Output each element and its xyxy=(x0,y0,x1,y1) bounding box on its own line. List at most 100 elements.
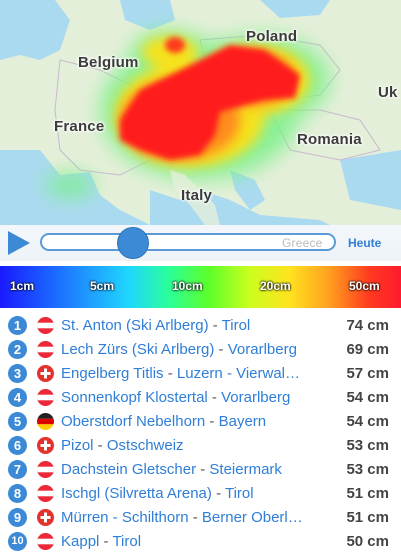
resort-name: Kappl - Tirol xyxy=(61,533,337,550)
resort-row[interactable]: 6 Pizol - Ostschweiz 53 cm xyxy=(0,433,401,457)
snow-depth-value: 50 cm xyxy=(346,533,389,550)
separator: - xyxy=(188,509,202,526)
resort-region[interactable]: Steiermark xyxy=(209,461,282,478)
legend-label-10cm: 10cm xyxy=(172,279,203,293)
snow-depth-value: 57 cm xyxy=(346,365,389,382)
austria-flag-icon xyxy=(37,389,54,406)
resort-row[interactable]: 8 Ischgl (Silvretta Arena) - Tirol 51 cm xyxy=(0,481,401,505)
legend-label-5cm: 5cm xyxy=(90,279,115,293)
map-label-france: France xyxy=(54,118,105,135)
legend-label-50cm: 50cm xyxy=(349,279,380,293)
resort-region[interactable]: Berner Oberl… xyxy=(202,509,303,526)
resort-ranking-list: 1 St. Anton (Ski Arlberg) - Tirol 74 cm 2 Le… xyxy=(0,313,401,553)
resort-title[interactable]: Mürren - Schilthorn xyxy=(61,509,189,526)
snow-forecast-app: Poland Belgium Uk France Romania Italy G… xyxy=(0,0,401,558)
resort-name: St. Anton (Ski Arlberg) - Tirol xyxy=(61,317,337,334)
legend-label-20cm: 20cm xyxy=(260,279,291,293)
snow-depth-value: 51 cm xyxy=(346,509,389,526)
snow-depth-value: 69 cm xyxy=(346,341,389,358)
separator: - xyxy=(99,533,113,550)
austria-flag-icon xyxy=(37,485,54,502)
map-label-greece: Greece xyxy=(282,236,323,250)
austria-flag-icon xyxy=(37,533,54,550)
snow-map[interactable]: Poland Belgium Uk France Romania Italy xyxy=(0,0,401,225)
switzerland-flag-icon xyxy=(37,437,54,454)
snow-depth-legend: 1cm 5cm 10cm 20cm 50cm xyxy=(0,266,401,308)
resort-row[interactable]: 7 Dachstein Gletscher - Steiermark 53 cm xyxy=(0,457,401,481)
legend-label-1cm: 1cm xyxy=(10,279,35,293)
map-label-romania: Romania xyxy=(297,131,362,148)
resort-name: Oberstdorf Nebelhorn - Bayern xyxy=(61,413,337,430)
germany-flag-icon xyxy=(37,413,54,430)
rank-badge: 4 xyxy=(8,388,27,407)
resort-title[interactable]: Oberstdorf Nebelhorn xyxy=(61,413,205,430)
resort-region[interactable]: Tirol xyxy=(225,485,254,502)
separator: - xyxy=(211,485,225,502)
snow-depth-value: 54 cm xyxy=(346,389,389,406)
snow-depth-value: 53 cm xyxy=(346,437,389,454)
snow-depth-value: 74 cm xyxy=(346,317,389,334)
rank-badge: 7 xyxy=(8,460,27,479)
separator: - xyxy=(163,365,177,382)
resort-name: Pizol - Ostschweiz xyxy=(61,437,337,454)
resort-row[interactable]: 9 Mürren - Schilthorn - Berner Oberl… 51 c… xyxy=(0,505,401,529)
resort-title[interactable]: St. Anton (Ski Arlberg) xyxy=(61,317,209,334)
resort-row[interactable]: 3 Engelberg Titlis - Luzern - Vierwal… 57 … xyxy=(0,361,401,385)
resort-region[interactable]: Bayern xyxy=(219,413,267,430)
map-label-uk: Uk xyxy=(378,84,398,101)
resort-name: Engelberg Titlis - Luzern - Vierwal… xyxy=(61,365,337,382)
time-slider-knob[interactable] xyxy=(116,227,149,259)
separator: - xyxy=(208,317,222,334)
map-label-poland: Poland xyxy=(246,28,298,45)
rank-badge: 2 xyxy=(8,340,27,359)
austria-flag-icon xyxy=(37,317,54,334)
resort-row[interactable]: 10 Kappl - Tirol 50 cm xyxy=(0,529,401,553)
austria-flag-icon xyxy=(37,341,54,358)
switzerland-flag-icon xyxy=(37,509,54,526)
rank-badge: 6 xyxy=(8,436,27,455)
rank-badge: 10 xyxy=(8,532,27,551)
separator: - xyxy=(196,461,210,478)
rank-badge: 3 xyxy=(8,364,27,383)
resort-row[interactable]: 1 St. Anton (Ski Arlberg) - Tirol 74 cm xyxy=(0,313,401,337)
resort-name: Sonnenkopf Klostertal - Vorarlberg xyxy=(61,389,337,406)
timeline-bar: Greece Heute xyxy=(0,225,401,261)
resort-title[interactable]: Lech Zürs (Ski Arlberg) xyxy=(61,341,214,358)
resort-region[interactable]: Tirol xyxy=(222,317,251,334)
resort-region[interactable]: Tirol xyxy=(112,533,141,550)
resort-title[interactable]: Dachstein Gletscher xyxy=(61,461,196,478)
snow-depth-value: 54 cm xyxy=(346,413,389,430)
resort-title[interactable]: Pizol xyxy=(61,437,94,454)
resort-region[interactable]: Ostschweiz xyxy=(107,437,184,454)
resort-title[interactable]: Ischgl (Silvretta Arena) xyxy=(61,485,212,502)
resort-name: Lech Zürs (Ski Arlberg) - Vorarlberg xyxy=(61,341,337,358)
resort-title[interactable]: Sonnenkopf Klostertal xyxy=(61,389,208,406)
snow-depth-value: 53 cm xyxy=(346,461,389,478)
resort-region[interactable]: Luzern - Vierwal… xyxy=(177,365,300,382)
map-label-italy: Italy xyxy=(181,187,213,204)
resort-row[interactable]: 5 Oberstdorf Nebelhorn - Bayern 54 cm xyxy=(0,409,401,433)
resort-name: Mürren - Schilthorn - Berner Oberl… xyxy=(61,509,337,526)
map-label-belgium: Belgium xyxy=(78,54,139,71)
today-button[interactable]: Heute xyxy=(348,236,381,250)
rank-badge: 8 xyxy=(8,484,27,503)
resort-row[interactable]: 2 Lech Zürs (Ski Arlberg) - Vorarlberg 69 … xyxy=(0,337,401,361)
resort-title[interactable]: Engelberg Titlis xyxy=(61,365,164,382)
switzerland-flag-icon xyxy=(37,365,54,382)
resort-title[interactable]: Kappl xyxy=(61,533,99,550)
separator: - xyxy=(93,437,107,454)
snow-depth-value: 51 cm xyxy=(346,485,389,502)
resort-region[interactable]: Vorarlberg xyxy=(221,389,290,406)
resort-row[interactable]: 4 Sonnenkopf Klostertal - Vorarlberg 54 cm xyxy=(0,385,401,409)
resort-region[interactable]: Vorarlberg xyxy=(228,341,297,358)
resort-name: Dachstein Gletscher - Steiermark xyxy=(61,461,337,478)
separator: - xyxy=(207,389,222,406)
austria-flag-icon xyxy=(37,461,54,478)
resort-name: Ischgl (Silvretta Arena) - Tirol xyxy=(61,485,337,502)
rank-badge: 9 xyxy=(8,508,27,527)
rank-badge: 5 xyxy=(8,412,27,431)
separator: - xyxy=(205,413,219,430)
rank-badge: 1 xyxy=(8,316,27,335)
separator: - xyxy=(214,341,228,358)
play-icon[interactable] xyxy=(6,229,32,257)
